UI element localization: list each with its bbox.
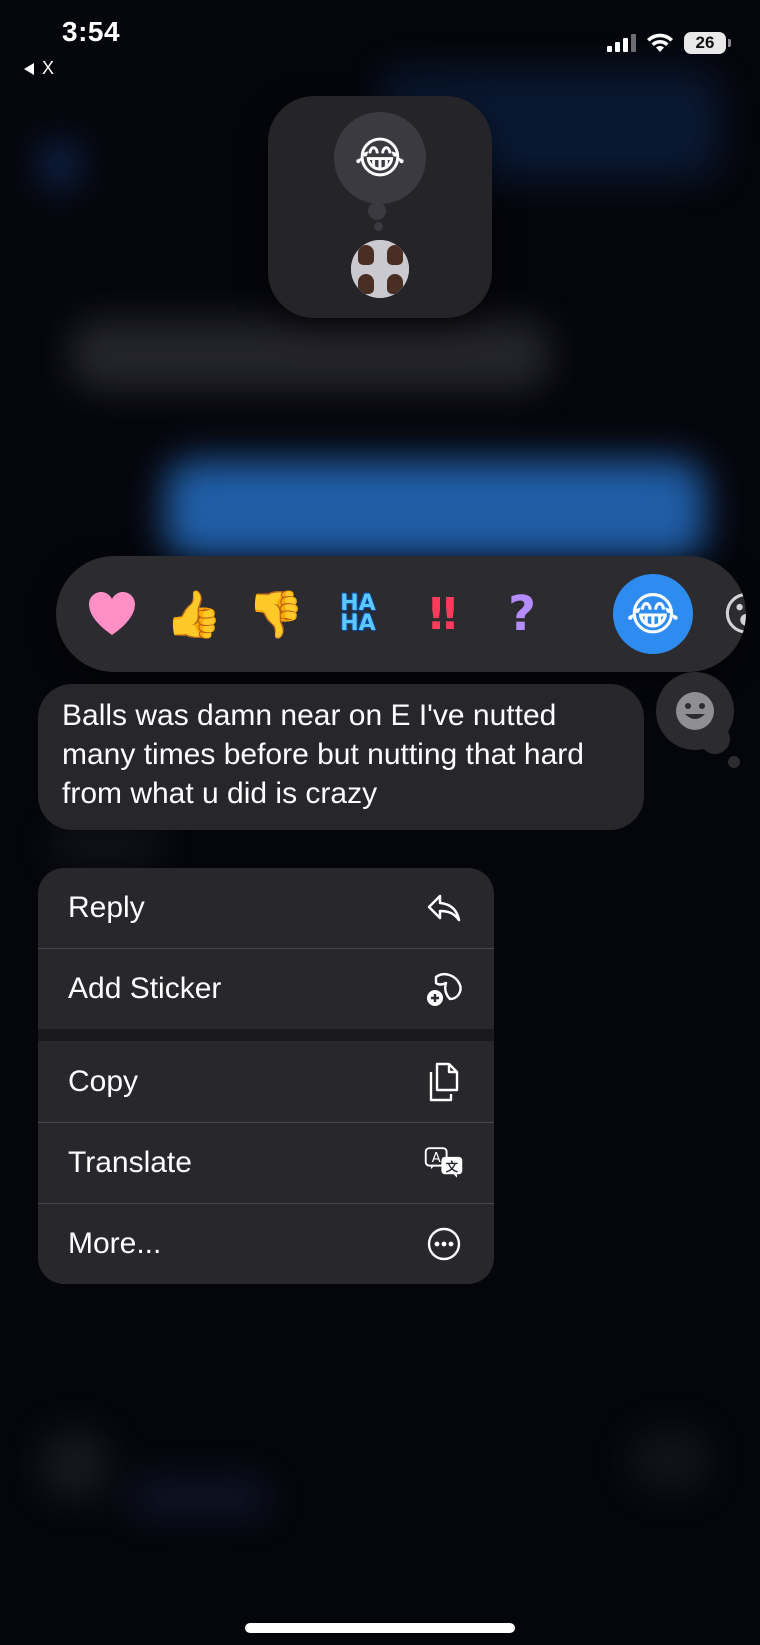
menu-copy-label: Copy xyxy=(68,1064,139,1098)
menu-group-gap xyxy=(38,1029,494,1041)
bg-blur-shape xyxy=(50,830,160,860)
menu-copy[interactable]: Copy xyxy=(38,1041,494,1122)
back-app-label: X xyxy=(42,58,55,78)
bg-blur-shape xyxy=(165,460,705,560)
battery-indicator: 26 xyxy=(684,32,731,54)
svg-text:A: A xyxy=(432,1151,441,1166)
home-indicator[interactable] xyxy=(245,1623,515,1633)
bg-blur-shape xyxy=(40,140,80,190)
bg-blur-shape xyxy=(70,320,550,390)
status-indicators: 26 xyxy=(607,32,731,54)
thumbs-up-icon: 👍 xyxy=(165,587,223,640)
tapback-question[interactable]: ? xyxy=(482,574,562,654)
bg-blur-shape xyxy=(630,1430,710,1490)
battery-level: 26 xyxy=(695,33,715,52)
tapback-bar: 👍 👎 HAHA ‼ ? 😂 😮 xyxy=(56,556,746,672)
menu-reply[interactable]: Reply xyxy=(38,868,494,948)
screen: 3:54 X 26 😂 👍 👎 HA HA ‼ ? 😂 Balls was da… xyxy=(0,0,760,1645)
status-time: 3:54 xyxy=(62,16,121,47)
bg-blur-shape xyxy=(40,1430,110,1500)
message-bubble[interactable]: Balls was damn near on E I've nutted man… xyxy=(38,684,644,830)
thumbs-down-icon: 👎 xyxy=(247,587,305,640)
tapback-emphasize[interactable]: ‼ xyxy=(400,574,480,654)
message-context-menu: Reply Add Sticker Copy Translate A 文 Mor… xyxy=(38,868,494,1284)
question-icon: ? xyxy=(508,586,536,642)
exclamation-icon: ‼ xyxy=(429,588,456,640)
tapback-heart[interactable] xyxy=(72,574,152,654)
tapback-laughing-selected[interactable]: 😂 xyxy=(613,574,693,654)
reaction-details-card: 😂 xyxy=(268,96,492,318)
svg-text:文: 文 xyxy=(446,1159,459,1174)
back-to-app-button[interactable]: X xyxy=(24,58,54,79)
menu-translate-label: Translate xyxy=(68,1146,192,1179)
menu-more-label: More... xyxy=(68,1227,162,1260)
menu-translate[interactable]: Translate A 文 xyxy=(38,1123,494,1203)
back-triangle-icon xyxy=(24,62,34,75)
haha-icon: HA HA xyxy=(340,591,376,636)
tapback-haha[interactable]: HA HA xyxy=(318,574,398,654)
translate-icon: A 文 xyxy=(424,1143,464,1183)
tapback-more-emoji[interactable]: 😮 xyxy=(706,574,746,654)
laughing-emoji-icon: 😂 xyxy=(626,588,680,640)
menu-reply-label: Reply xyxy=(68,891,145,924)
message-text: Balls was damn near on E I've nutted man… xyxy=(62,699,584,810)
reaction-emoji-bubble: 😂 xyxy=(334,112,426,204)
menu-more[interactable]: More... xyxy=(38,1204,494,1284)
thought-dot xyxy=(728,756,740,768)
tapback-thumbs-down[interactable]: 👎 xyxy=(236,574,316,654)
laughing-emoji-icon: 😂 xyxy=(354,133,406,183)
menu-add-sticker[interactable]: Add Sticker xyxy=(38,949,494,1029)
copy-icon xyxy=(424,1062,464,1102)
ellipsis-circle-icon xyxy=(424,1224,464,1264)
wifi-icon xyxy=(647,33,673,52)
thought-dot xyxy=(374,222,383,231)
tapback-thumbs-up[interactable]: 👍 xyxy=(154,574,234,654)
menu-add-sticker-label: Add Sticker xyxy=(68,972,222,1005)
reactor-avatar[interactable] xyxy=(351,240,409,298)
cellular-signal-icon xyxy=(607,34,636,52)
sticker-icon xyxy=(424,969,464,1009)
reply-arrow-icon xyxy=(424,888,464,928)
heart-icon xyxy=(89,592,135,635)
bg-blur-shape xyxy=(130,1480,270,1516)
partial-emoji-icon: 😮 xyxy=(722,587,746,641)
thought-dot xyxy=(700,724,730,754)
thought-dot xyxy=(368,202,386,220)
